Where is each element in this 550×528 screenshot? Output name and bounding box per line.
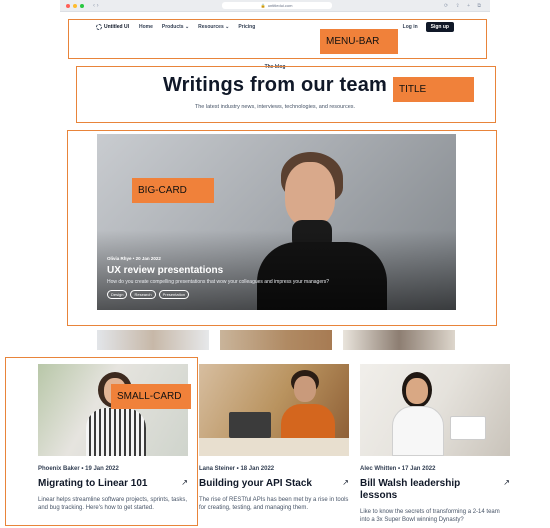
address-bar[interactable]: 🔒 untitledui.com	[221, 2, 332, 9]
post-thumbnail[interactable]	[97, 330, 209, 350]
nav-item-resources[interactable]: Resources ⌄	[198, 24, 229, 30]
page-subtitle: The latest industry news, interviews, te…	[194, 104, 356, 110]
post-card-title-row: Bill Walsh leadership lessons ↗	[360, 478, 510, 502]
post-card-image	[199, 364, 349, 456]
post-card-row: Phoenix Baker • 19 Jan 2022 Migrating to…	[0, 352, 550, 528]
portrait-face	[406, 378, 428, 404]
featured-post-description: How do you create compelling presentatio…	[107, 279, 330, 285]
post-card-description: Linear helps streamline software project…	[38, 497, 188, 511]
post-card-title-row: Building your API Stack ↗	[199, 478, 349, 490]
post-thumbnail[interactable]	[343, 330, 455, 350]
menu-bar: Untitled UI Home Products ⌄ Resources ⌄ …	[96, 20, 454, 34]
blog-eyebrow: The blog	[264, 64, 286, 70]
post-card-description: Like to know the secrets of transforming…	[360, 509, 500, 523]
post-card-title[interactable]: Bill Walsh leadership lessons	[360, 478, 499, 502]
post-card-meta: Alec Whitten • 17 Jan 2022	[360, 466, 436, 472]
portrait-face	[294, 376, 316, 402]
portrait-body	[392, 406, 444, 456]
post-card-title[interactable]: Migrating to Linear 101	[38, 478, 147, 490]
portrait-face	[285, 162, 335, 226]
laptop	[229, 412, 271, 438]
arrow-up-right-icon[interactable]: ↗	[503, 478, 510, 487]
post-card-meta: Lana Steiner • 18 Jan 2022	[199, 466, 275, 472]
tag-research[interactable]: Research	[130, 290, 156, 299]
post-card-title[interactable]: Building your API Stack	[199, 478, 312, 490]
maximize-window-icon[interactable]	[80, 3, 84, 8]
arrow-up-right-icon[interactable]: ↗	[342, 478, 349, 487]
small-card-label: SMALL-CARD	[111, 384, 191, 409]
post-card-image	[360, 364, 510, 456]
nav-item-products[interactable]: Products ⌄	[162, 24, 189, 30]
logo-text: Untitled UI	[104, 24, 129, 30]
featured-post-meta: Olivia Rhye • 20 Jan 2022	[107, 256, 161, 261]
logo[interactable]: Untitled UI	[96, 24, 129, 30]
nav-item-home[interactable]: Home	[139, 24, 153, 30]
arrow-up-right-icon[interactable]: ↗	[181, 478, 188, 487]
minimize-window-icon[interactable]	[73, 3, 77, 8]
desk	[199, 438, 349, 456]
post-card-title-row: Migrating to Linear 101 ↗	[38, 478, 188, 490]
login-link[interactable]: Log in	[403, 24, 418, 30]
lock-icon: 🔒	[260, 3, 266, 8]
signup-button[interactable]: Sign up	[425, 22, 454, 32]
post-card-image	[38, 364, 188, 456]
tag-design[interactable]: Design	[107, 290, 128, 299]
post-card[interactable]: Alec Whitten • 17 Jan 2022 Bill Walsh le…	[360, 364, 510, 524]
close-window-icon[interactable]	[66, 3, 70, 8]
post-card[interactable]: Lana Steiner • 18 Jan 2022 Building your…	[199, 364, 349, 512]
featured-post-tags: Design Research Presentation	[107, 290, 190, 299]
post-thumbnail[interactable]	[220, 330, 332, 350]
title-label: TITLE	[393, 77, 474, 102]
menu-bar-label: MENU-BAR	[320, 29, 398, 54]
browser-toolbar: ‹ › 🔒 untitledui.com ⟳ ⇪ + ⧉	[60, 0, 490, 12]
featured-post-card[interactable]: Olivia Rhye • 20 Jan 2022 UX review pres…	[97, 134, 456, 310]
back-forward-icon[interactable]: ‹ ›	[93, 3, 99, 9]
address-bar-url: untitledui.com	[267, 3, 293, 8]
tag-presentation[interactable]: Presentation	[158, 290, 190, 299]
sparkle-icon: ⸝⸝	[376, 77, 386, 88]
post-card-description: The rise of RESTful APIs has been met by…	[199, 497, 349, 511]
paper	[450, 416, 486, 440]
post-card-meta: Phoenix Baker • 19 Jan 2022	[38, 466, 119, 472]
nav-item-pricing[interactable]: Pricing	[238, 24, 255, 30]
big-card-label: BIG-CARD	[132, 178, 214, 203]
logo-icon	[96, 24, 102, 30]
page: ‹ › 🔒 untitledui.com ⟳ ⇪ + ⧉ Untitled UI…	[0, 0, 550, 528]
auth-actions: Log in Sign up	[403, 22, 454, 32]
main-nav: Home Products ⌄ Resources ⌄ Pricing	[139, 24, 255, 30]
website: Untitled UI Home Products ⌄ Resources ⌄ …	[60, 12, 490, 350]
browser-window: ‹ › 🔒 untitledui.com ⟳ ⇪ + ⧉ Untitled UI…	[60, 0, 490, 350]
browser-actions-icon[interactable]: ⟳ ⇪ + ⧉	[444, 3, 484, 9]
featured-post-title[interactable]: UX review presentations	[107, 265, 223, 276]
portrait-body	[86, 408, 146, 456]
